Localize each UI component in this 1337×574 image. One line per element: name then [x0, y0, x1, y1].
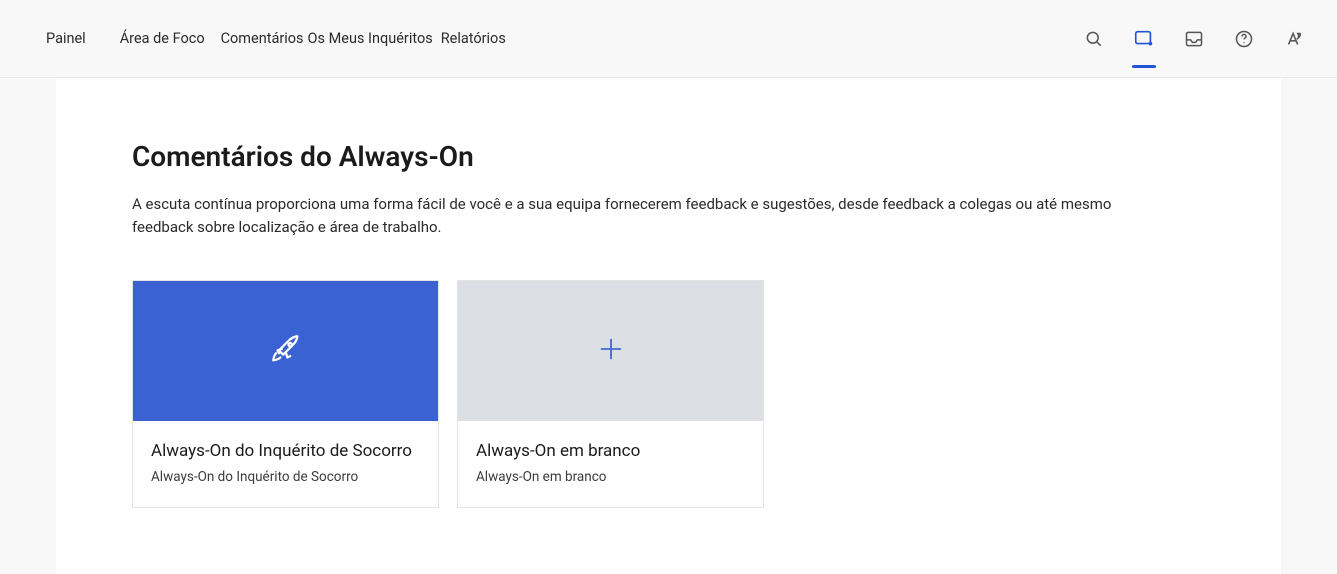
card-hero	[458, 281, 763, 421]
top-bar: Painel Área de Foco Comentários Os Meus …	[0, 0, 1337, 78]
card-subtitle: Always-On em branco	[476, 469, 745, 485]
card-hero	[133, 281, 438, 421]
page-description: A escuta contínua proporciona uma forma …	[132, 193, 1122, 240]
nav-relatorios[interactable]: Relatórios	[441, 30, 506, 47]
nav-painel[interactable]: Painel	[46, 30, 86, 47]
page-title: Comentários do Always-On	[132, 140, 1205, 173]
card-body: Always-On em branco Always-On em branco	[458, 421, 763, 507]
inbox-icon[interactable]	[1181, 26, 1207, 52]
nav-comentarios[interactable]: Comentários	[221, 30, 304, 47]
main-nav: Painel Área de Foco Comentários Os Meus …	[46, 30, 506, 47]
survey-icon[interactable]	[1131, 26, 1157, 52]
card-list: Always-On do Inquérito de Socorro Always…	[132, 280, 1205, 508]
card-socorro[interactable]: Always-On do Inquérito de Socorro Always…	[132, 280, 439, 508]
search-icon[interactable]	[1081, 26, 1107, 52]
card-title: Always-On do Inquérito de Socorro	[151, 441, 420, 461]
card-title: Always-On em branco	[476, 441, 745, 461]
language-icon[interactable]	[1281, 26, 1307, 52]
content-card: Comentários do Always-On A escuta contín…	[56, 78, 1281, 574]
nav-os-meus-inqueritos[interactable]: Os Meus Inquéritos	[308, 30, 433, 47]
content-wrap: Comentários do Always-On A escuta contín…	[0, 78, 1337, 574]
toolbar	[1081, 26, 1307, 52]
card-blank[interactable]: Always-On em branco Always-On em branco	[457, 280, 764, 508]
nav-area-de-foco[interactable]: Área de Foco	[120, 30, 205, 47]
rocket-icon	[269, 332, 303, 370]
card-subtitle: Always-On do Inquérito de Socorro	[151, 469, 420, 485]
help-icon[interactable]	[1231, 26, 1257, 52]
plus-icon	[597, 335, 625, 367]
card-body: Always-On do Inquérito de Socorro Always…	[133, 421, 438, 507]
